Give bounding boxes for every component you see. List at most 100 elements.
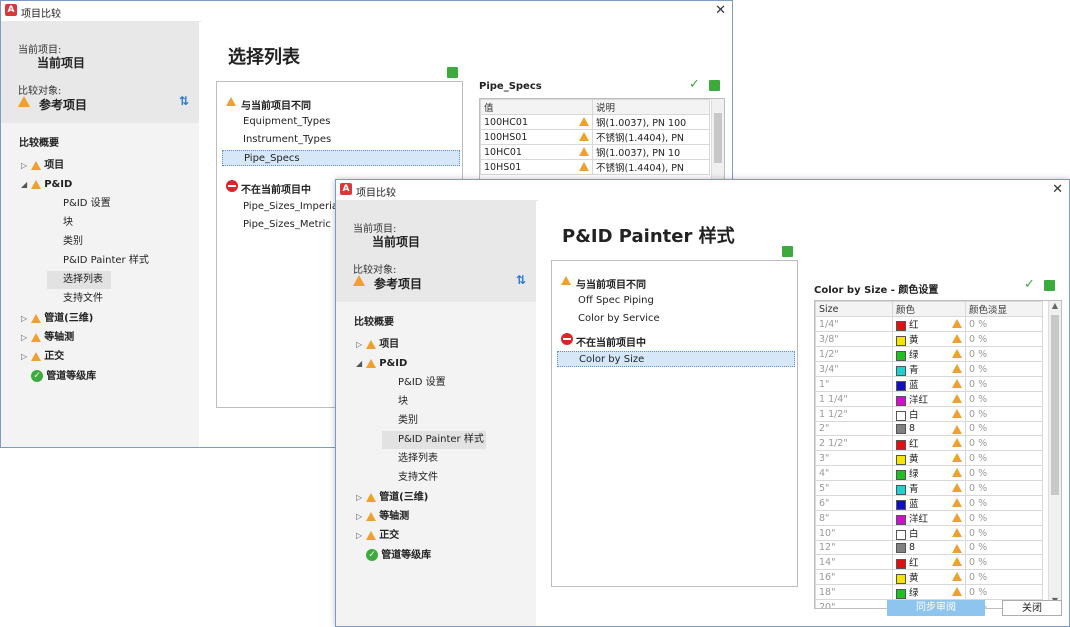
fade-cell[interactable]: 0 % <box>965 421 1043 436</box>
list-item[interactable]: Pipe_Sizes_Imperial <box>237 199 341 215</box>
color-cell[interactable]: 绿 <box>892 584 966 600</box>
column-header[interactable]: 颜色 <box>892 301 966 317</box>
tree-item-project[interactable]: ▷ 项目 <box>356 336 399 354</box>
chevron-right-icon[interactable]: ▷ <box>356 336 366 354</box>
chevron-right-icon[interactable]: ▷ <box>21 310 31 328</box>
color-cell[interactable]: 红 <box>892 316 966 332</box>
chevron-right-icon[interactable]: ▷ <box>356 489 366 507</box>
table-row[interactable]: 3/4" 青 0 % <box>815 361 1043 377</box>
chevron-right-icon[interactable]: ▷ <box>21 348 31 366</box>
fade-cell[interactable]: 0 % <box>965 480 1043 496</box>
close-icon[interactable]: ✕ <box>1052 182 1063 197</box>
chevron-down-icon[interactable]: ◢ <box>21 176 31 194</box>
list-item[interactable]: Off Spec Piping <box>572 293 654 309</box>
fade-cell[interactable]: 0 % <box>965 510 1043 526</box>
table-row[interactable]: 6" 蓝 0 % <box>815 495 1043 511</box>
tree-item-iso[interactable]: ▷ 等轴测 <box>356 508 409 526</box>
tree-item-piping-3d[interactable]: ▷ 管道(三维) <box>356 489 428 507</box>
swap-arrows-icon[interactable]: ⇅ <box>179 94 189 108</box>
color-cell[interactable]: 白 <box>892 406 966 422</box>
color-cell[interactable]: 蓝 <box>892 495 966 511</box>
list-item[interactable]: Instrument_Types <box>237 132 331 148</box>
tree-sub-pid-settings[interactable]: P&ID 设置 <box>382 374 446 392</box>
tree-item-pid[interactable]: ◢ P&ID <box>356 355 407 373</box>
scrollbar[interactable]: ▲ ▼ <box>1048 301 1061 608</box>
column-header[interactable]: 说明 <box>592 99 710 115</box>
tree-item-spec-lib[interactable]: ✓ 管道等级库 <box>366 547 431 565</box>
table-row[interactable]: 12" 8 0 % <box>815 540 1043 555</box>
list-item[interactable]: Pipe_Sizes_Metric <box>237 217 331 233</box>
table-row[interactable]: 5" 青 0 % <box>815 480 1043 496</box>
fade-cell[interactable]: 0 % <box>965 584 1043 600</box>
chevron-right-icon[interactable]: ▷ <box>21 329 31 347</box>
accept-all-icon[interactable] <box>447 67 458 78</box>
color-cell[interactable]: 青 <box>892 480 966 496</box>
color-cell[interactable]: 红 <box>892 554 966 570</box>
tree-item-project[interactable]: ▷ 项目 <box>21 157 64 175</box>
color-cell[interactable]: 青 <box>892 361 966 377</box>
fade-cell[interactable]: 0 % <box>965 346 1043 362</box>
tree-item-piping-3d[interactable]: ▷ 管道(三维) <box>21 310 93 328</box>
swap-arrows-icon[interactable]: ⇅ <box>516 273 526 287</box>
list-item[interactable]: Equipment_Types <box>237 114 330 130</box>
color-cell[interactable]: 8 <box>892 421 966 436</box>
fade-cell[interactable]: 0 % <box>965 525 1043 541</box>
table-row[interactable]: 16" 黄 0 % <box>815 569 1043 585</box>
checkmark-icon[interactable]: ✓ <box>689 77 700 92</box>
tree-item-iso[interactable]: ▷ 等轴测 <box>21 329 74 347</box>
table-row[interactable]: 4" 绿 0 % <box>815 465 1043 481</box>
tree-sub-support-files[interactable]: 支持文件 <box>382 469 438 487</box>
color-cell[interactable]: 白 <box>892 525 966 541</box>
tree-item-spec-lib[interactable]: ✓ 管道等级库 <box>31 368 96 386</box>
tree-sub-support-files[interactable]: 支持文件 <box>47 290 103 308</box>
table-row[interactable]: 3" 黄 0 % <box>815 450 1043 466</box>
color-cell[interactable]: 8 <box>892 540 966 555</box>
scrollbar[interactable] <box>711 99 724 179</box>
tree-sub-painter[interactable]: P&ID Painter 样式 <box>47 252 149 270</box>
table-row[interactable]: 2 1/2" 红 0 % <box>815 435 1043 451</box>
fade-cell[interactable]: 0 % <box>965 554 1043 570</box>
column-header[interactable]: 值 <box>480 99 593 115</box>
table-row[interactable]: 10HS01 不锈钢(1.4404), PN <box>480 159 710 175</box>
column-header[interactable]: 颜色淡显 <box>965 301 1043 317</box>
tree-sub-blocks[interactable]: 块 <box>382 393 408 411</box>
color-cell[interactable]: 红 <box>892 435 966 451</box>
column-header[interactable]: Size <box>815 301 893 317</box>
fade-cell[interactable]: 0 % <box>965 391 1043 407</box>
fade-cell[interactable]: 0 % <box>965 376 1043 392</box>
fade-cell[interactable]: 0 % <box>965 316 1043 332</box>
scroll-thumb[interactable] <box>714 113 722 163</box>
table-row[interactable]: 1 1/4" 洋红 0 % <box>815 391 1043 407</box>
table-row[interactable]: 1/4" 红 0 % <box>815 316 1043 332</box>
tree-sub-pid-settings[interactable]: P&ID 设置 <box>47 195 111 213</box>
chevron-right-icon[interactable]: ▷ <box>356 527 366 545</box>
fade-cell[interactable]: 0 % <box>965 361 1043 377</box>
color-cell[interactable]: 洋红 <box>892 510 966 526</box>
fade-cell[interactable]: 0 % <box>965 331 1043 347</box>
scroll-thumb[interactable] <box>1051 315 1059 495</box>
sync-review-button[interactable]: 同步审阅 <box>887 600 985 616</box>
fade-cell[interactable]: 0 % <box>965 465 1043 481</box>
fade-cell[interactable]: 0 % <box>965 450 1043 466</box>
tree-sub-classes[interactable]: 类别 <box>47 233 83 251</box>
fade-cell[interactable]: 0 % <box>965 569 1043 585</box>
tree-sub-classes[interactable]: 类别 <box>382 412 418 430</box>
scroll-up-icon[interactable]: ▲ <box>1049 301 1061 313</box>
tree-item-pid[interactable]: ◢ P&ID <box>21 176 72 194</box>
fade-cell[interactable]: 0 % <box>965 406 1043 422</box>
list-item-selected[interactable]: Pipe_Specs <box>222 150 460 166</box>
tree-item-ortho[interactable]: ▷ 正交 <box>356 527 399 545</box>
tree-sub-painter[interactable]: P&ID Painter 样式 <box>382 431 486 449</box>
checkmark-icon[interactable]: ✓ <box>1024 277 1035 292</box>
table-row[interactable]: 8" 洋红 0 % <box>815 510 1043 526</box>
table-row[interactable]: 14" 红 0 % <box>815 554 1043 570</box>
accept-all-icon[interactable] <box>709 80 720 91</box>
table-row[interactable]: 3/8" 黄 0 % <box>815 331 1043 347</box>
table-row[interactable]: 18" 绿 0 % <box>815 584 1043 600</box>
table-row[interactable]: 100HC01 钢(1.0037), PN 100 <box>480 114 710 130</box>
chevron-down-icon[interactable]: ◢ <box>356 355 366 373</box>
tree-sub-blocks[interactable]: 块 <box>47 214 73 232</box>
accept-all-icon[interactable] <box>782 246 793 257</box>
chevron-right-icon[interactable]: ▷ <box>356 508 366 526</box>
color-cell[interactable]: 绿 <box>892 465 966 481</box>
